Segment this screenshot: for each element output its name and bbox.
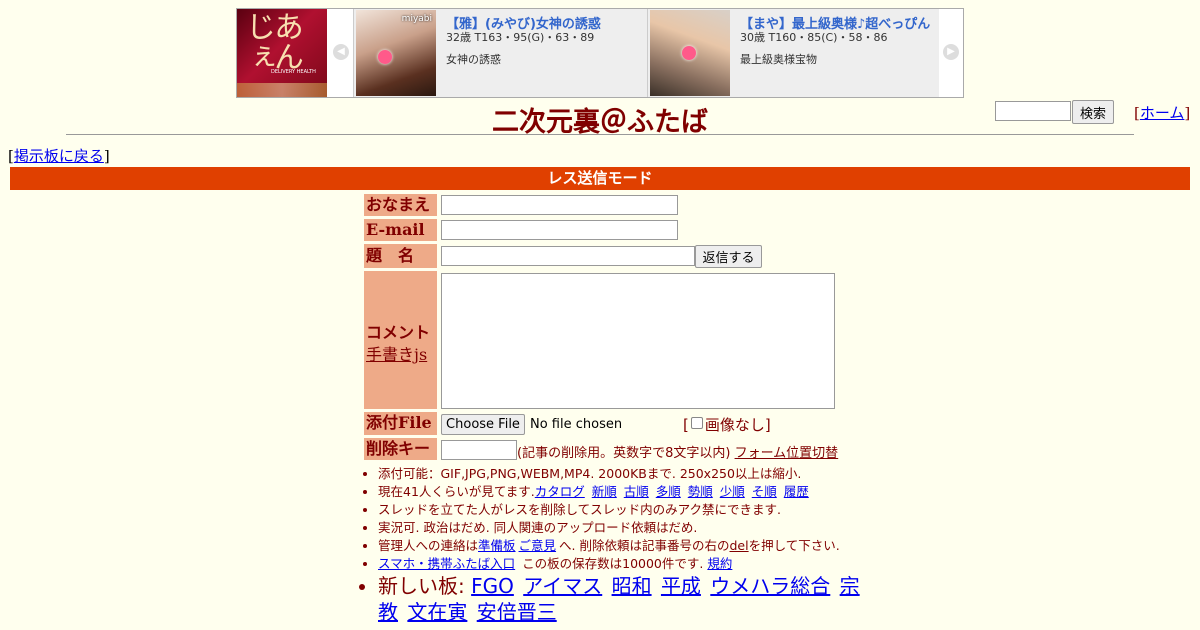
delete-key-label: 削除キー [364, 438, 437, 460]
form-position-toggle-link[interactable]: フォーム位置切替 [735, 446, 839, 461]
ad-card-desc: 最上級奥様宝物 [740, 53, 817, 66]
sort-links: カタログ 新順 古順 多順 勢順 少順 そ順 履歴 [535, 484, 812, 499]
feedback-link[interactable]: ご意見 [519, 538, 557, 553]
ad-photo-watermark: miyabi [401, 14, 432, 24]
email-input[interactable] [441, 220, 678, 240]
mobile-entrance-link[interactable]: スマホ・携帯ふたば入口 [378, 556, 515, 571]
comment-label-cell: コメント 手書きjs [364, 271, 437, 409]
comment-textarea[interactable] [441, 273, 835, 409]
delete-key-note: (記事の削除用。英数字で8文字以内) フォーム位置切替 [517, 442, 838, 461]
sort-link-0[interactable]: カタログ [535, 484, 585, 499]
submit-reply-button[interactable]: 返信する [695, 245, 762, 268]
board-link-7[interactable]: 安倍晋三 [477, 600, 557, 624]
storage-text: この板の保存数は10000件です. [518, 556, 704, 571]
sort-link-6[interactable]: そ順 [752, 484, 777, 499]
board-link-2[interactable]: 昭和 [612, 574, 652, 598]
ad-card-desc: 女神の誘惑 [446, 53, 501, 66]
board-link-4[interactable]: ウメハラ総合 [710, 574, 830, 598]
contact-text-end: を押して下さい. [748, 538, 840, 553]
sort-link-7[interactable]: 履歴 [784, 484, 809, 499]
sort-link-5[interactable]: 少順 [720, 484, 745, 499]
board-notes: 添付可能：GIF,JPG,PNG,WEBM,MP4. 2000KBまで. 250… [362, 465, 878, 625]
note-attachments: 添付可能：GIF,JPG,PNG,WEBM,MP4. 2000KBまで. 250… [378, 465, 878, 483]
no-image-checkbox[interactable] [690, 417, 703, 429]
back-nav: [掲示板に戻る] [8, 147, 110, 165]
ad-card-spec: 30歳 T160・85(C)・58・86 [740, 31, 888, 44]
note-rules: 実況可. 政治はだめ. 同人関連のアップロード依頼はだめ. [378, 519, 878, 537]
name-input[interactable] [441, 195, 678, 215]
ad-card-1[interactable]: miyabi 【雅】(みやび)女神の誘惑 32歳 T163・95(G)・63・8… [353, 9, 647, 97]
prep-board-link[interactable]: 準備板 [478, 538, 516, 553]
choose-file-button[interactable]: Choose File [441, 414, 525, 435]
ad-card-2[interactable]: 【まや】最上級奥様♪超べっぴん 30歳 T160・85(C)・58・86 最上級… [647, 9, 941, 97]
ad-card-spec: 32歳 T163・95(G)・63・89 [446, 31, 595, 44]
board-link-3[interactable]: 平成 [661, 574, 701, 598]
search-input[interactable] [995, 101, 1071, 121]
file-label: 添付File [364, 412, 437, 435]
sort-link-2[interactable]: 古順 [624, 484, 649, 499]
ad-logo-ornament [237, 83, 327, 97]
note-contact: 管理人への連絡は準備板ご意見へ. 削除依頼は記事番号の右のdelを押して下さい. [378, 537, 878, 555]
home-nav: [ホーム] [1134, 104, 1191, 122]
new-boards-label: 新しい板: [378, 574, 465, 598]
delete-key-input[interactable] [441, 440, 517, 460]
chevron-right-icon: ▶ [943, 44, 959, 60]
note-new-boards: 新しい板: FGO アイマス 昭和 平成 ウメハラ総合 宗教 文在寅 安倍晋三 [378, 573, 878, 625]
ad-logo-subtext: DELIVERY HEALTH [271, 69, 316, 75]
heart-sticker-icon [378, 50, 392, 64]
ad-next-button[interactable]: ▶ [939, 9, 963, 97]
note-viewers: 現在41人くらいが見てます.カタログ 新順 古順 多順 勢順 少順 そ順 履歴 [378, 483, 878, 501]
note-thread-ban: スレッドを立てた人がレスを削除してスレッド内のみアク禁にできます. [378, 501, 878, 519]
subject-label: 題 名 [364, 244, 437, 268]
comment-label: コメント [366, 323, 431, 342]
ad-photo-1: miyabi [356, 10, 436, 96]
email-label: E-mail [364, 219, 437, 241]
divider [66, 134, 1134, 135]
home-link[interactable]: ホーム [1140, 104, 1185, 122]
delete-key-hint: (記事の削除用。英数字で8文字以内) [517, 446, 731, 461]
search-button[interactable]: 検索 [1072, 100, 1114, 124]
note-mobile: スマホ・携帯ふたば入口 この板の保存数は10000件です. 規約 [378, 555, 878, 573]
sort-link-4[interactable]: 勢順 [688, 484, 713, 499]
reply-mode-bar: レス送信モード [10, 167, 1190, 190]
no-image-option[interactable]: [画像なし] [683, 414, 771, 435]
contact-text: 管理人への連絡は [378, 538, 479, 553]
contact-text-mid: へ. 削除依頼は記事番号の右の [559, 538, 730, 553]
subject-input[interactable] [441, 246, 695, 266]
back-to-board-link[interactable]: 掲示板に戻る [14, 147, 104, 165]
sort-link-3[interactable]: 多順 [656, 484, 681, 499]
handwrite-link[interactable]: 手書きjs [366, 341, 427, 365]
heart-sticker-icon [682, 46, 696, 60]
board-link-1[interactable]: アイマス [523, 574, 602, 598]
viewer-count-text: 現在41人くらいが見てます. [378, 484, 535, 499]
chevron-left-icon: ◀ [333, 44, 349, 60]
ad-prev-button[interactable]: ◀ [329, 9, 353, 97]
ad-logo[interactable]: あんじぇ DELIVERY HEALTH [237, 9, 327, 97]
name-label: おなまえ [364, 194, 437, 216]
sort-link-1[interactable]: 新順 [592, 484, 617, 499]
file-status: No file chosen [530, 417, 623, 432]
ad-photo-2 [650, 10, 730, 96]
board-link-0[interactable]: FGO [471, 574, 514, 598]
terms-link[interactable]: 規約 [707, 556, 732, 571]
del-link[interactable]: del [730, 538, 749, 553]
ad-banner[interactable]: あんじぇ DELIVERY HEALTH ◀ miyabi 【雅】(みやび)女神… [236, 8, 964, 98]
board-link-6[interactable]: 文在寅 [407, 600, 467, 624]
no-image-label: 画像なし [704, 416, 765, 434]
